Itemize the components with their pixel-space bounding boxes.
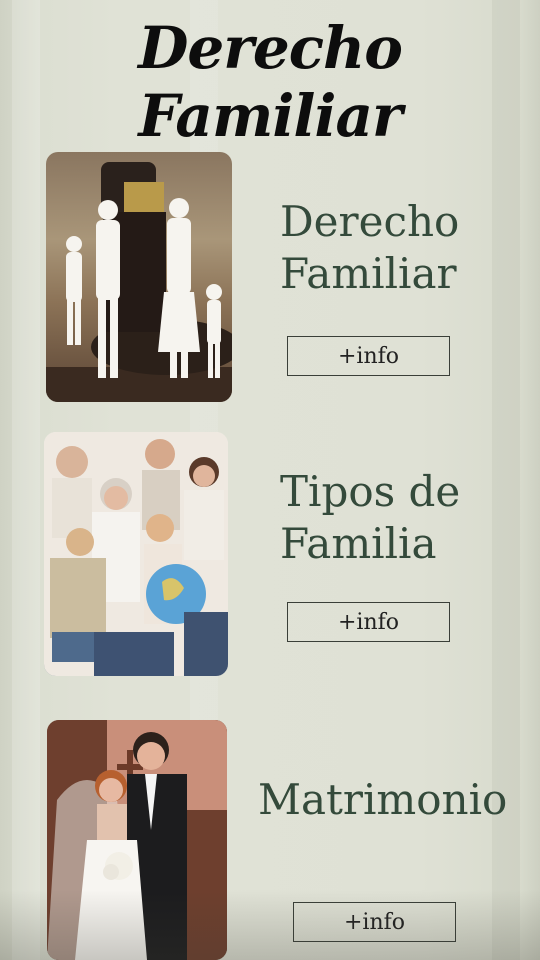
wedding-couple-icon xyxy=(47,720,227,960)
family-group-icon xyxy=(44,432,228,676)
family-law-gavel-image[interactable] xyxy=(46,152,232,402)
info-button-matrimonio[interactable]: +info xyxy=(293,902,456,942)
info-button-tipos-de-familia[interactable]: +info xyxy=(287,602,450,642)
card-title-matrimonio: Matrimonio xyxy=(258,775,508,824)
family-group-image[interactable] xyxy=(44,432,228,676)
family-law-gavel-icon xyxy=(46,162,232,402)
card-title-derecho-familiar: Derecho Familiar xyxy=(280,197,460,298)
info-button-derecho-familiar[interactable]: +info xyxy=(287,336,450,376)
card-title-tipos-de-familia: Tipos de Familia xyxy=(280,467,461,568)
wedding-couple-image[interactable] xyxy=(47,720,227,960)
page-title: Derecho Familiar xyxy=(138,14,403,150)
